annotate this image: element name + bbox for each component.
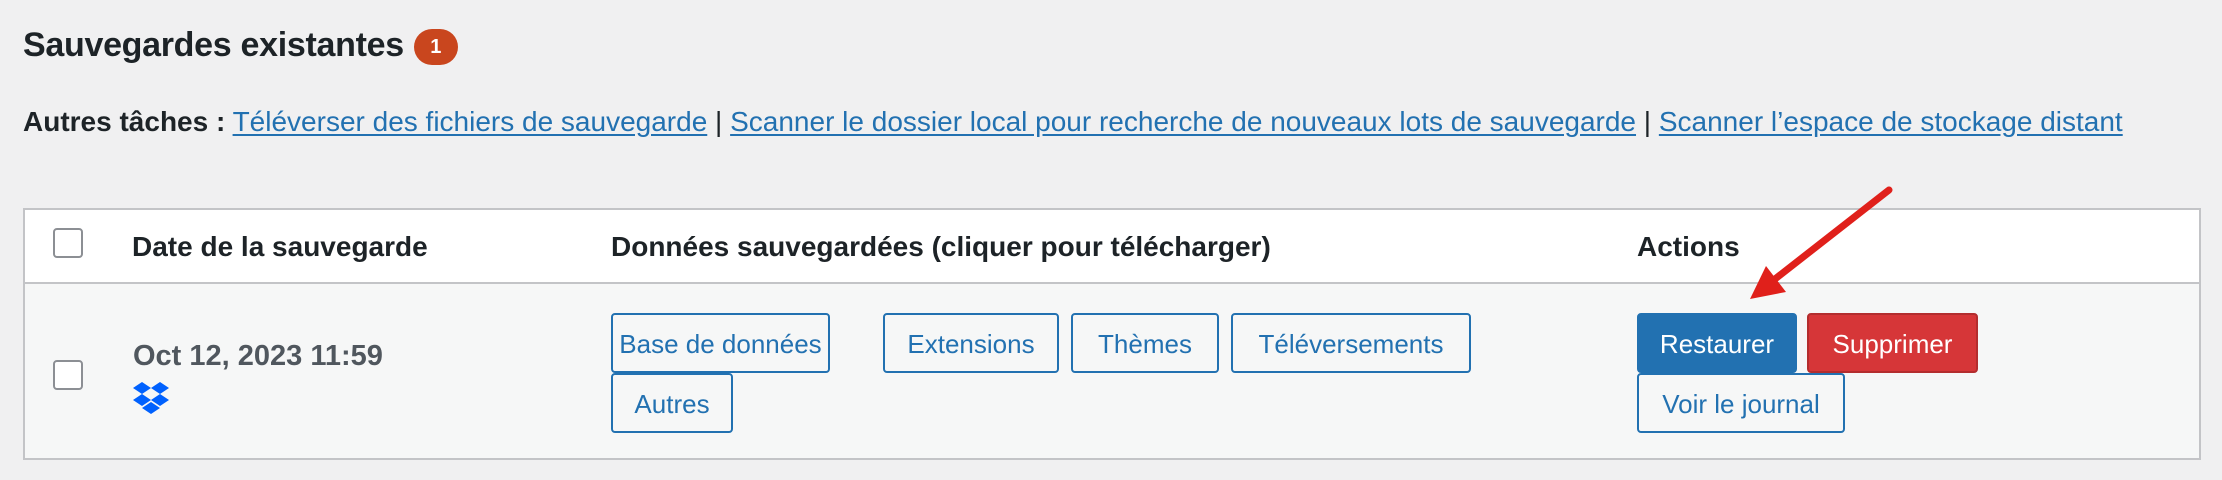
upload-backup-files-link[interactable]: Téléverser des fichiers de sauvegarde [233, 106, 708, 137]
restore-button[interactable]: Restaurer [1637, 313, 1797, 373]
separator: | [1643, 106, 1652, 137]
column-header-date: Date de la sauvegarde [132, 231, 428, 262]
separator: | [715, 106, 723, 137]
column-header-actions: Actions [1637, 231, 1740, 262]
page-title: Sauvegardes existantes [23, 26, 404, 64]
download-uploads-button[interactable]: Téléversements [1231, 313, 1471, 373]
select-all-checkbox[interactable] [53, 228, 83, 258]
existing-backups-table: Date de la sauvegarde Données sauvegardé… [23, 208, 2201, 460]
backup-count-badge: 1 [413, 29, 458, 65]
view-log-button[interactable]: Voir le journal [1637, 373, 1845, 433]
table-header-row: Date de la sauvegarde Données sauvegardé… [25, 210, 2199, 284]
download-plugins-button[interactable]: Extensions [883, 313, 1059, 373]
other-tasks-label: Autres tâches : [23, 106, 226, 137]
download-themes-button[interactable]: Thèmes [1071, 313, 1219, 373]
backup-date: Oct 12, 2023 11:59 [133, 340, 383, 372]
rescan-local-folder-link[interactable]: Scanner le dossier local pour recherche … [730, 106, 1636, 137]
page-heading: Sauvegardes existantes 1 [23, 22, 458, 68]
dropbox-icon [133, 382, 169, 414]
other-tasks-bar: Autres tâches : Téléverser des fichiers … [23, 102, 2123, 142]
delete-button[interactable]: Supprimer [1807, 313, 1978, 373]
column-header-backup-data: Données sauvegardées (cliquer pour téléc… [611, 231, 1271, 262]
download-others-button[interactable]: Autres [611, 373, 733, 433]
download-database-button[interactable]: Base de données [611, 313, 830, 373]
rescan-remote-storage-link[interactable]: Scanner l’espace de stockage distant [1659, 106, 2123, 137]
row-select-checkbox[interactable] [53, 360, 83, 390]
